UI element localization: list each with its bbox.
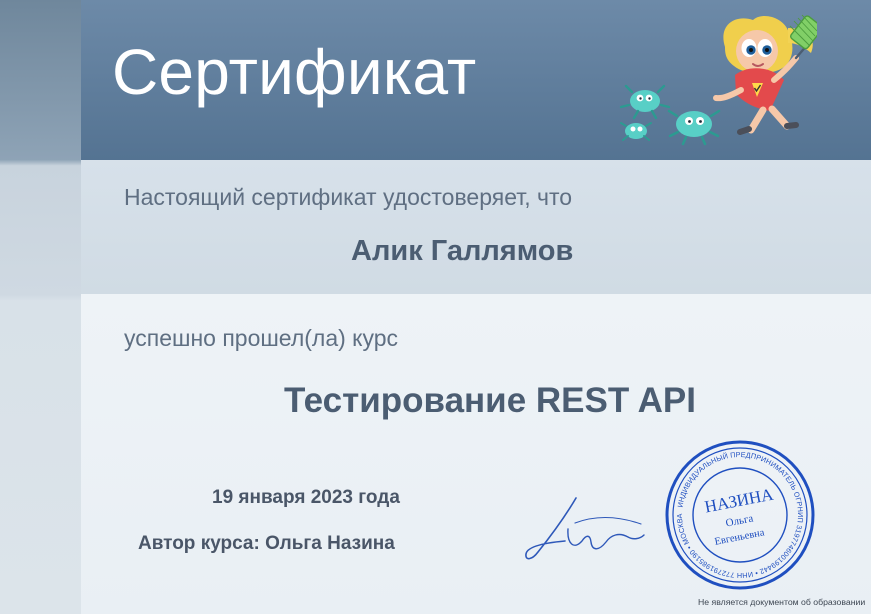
course-author: Автор курса: Ольга Назина xyxy=(138,533,395,554)
green-bug-icon xyxy=(620,122,652,141)
green-bug-icon xyxy=(619,84,671,120)
official-stamp-icon: ИНДИВИДУАЛЬНЫЙ ПРЕДПРИНИМАТЕЛЬ ОГРНИП 31… xyxy=(665,440,815,590)
intro-band xyxy=(81,160,871,294)
course-intro-text: успешно прошел(ла) курс xyxy=(124,325,399,351)
certificate-title: Сертификат xyxy=(112,36,477,108)
girl-with-flyswatter-icon xyxy=(619,14,817,146)
flyswatter-icon xyxy=(789,14,817,60)
handwritten-signature-icon xyxy=(525,497,645,560)
left-decorative-strip xyxy=(0,0,81,614)
course-name: Тестирование REST API xyxy=(284,381,697,420)
certificate-disclaimer: Не является документом об образовании xyxy=(698,597,866,607)
recipient-name: Алик Галлямов xyxy=(351,235,574,267)
certificate: Сертификат Настоящий сертификат удостове… xyxy=(0,0,871,614)
certificate-date: 19 января 2023 года xyxy=(212,487,400,508)
green-bug-icon xyxy=(667,109,721,146)
certificate-intro-text: Настоящий сертификат удостоверяет, что xyxy=(124,184,573,210)
